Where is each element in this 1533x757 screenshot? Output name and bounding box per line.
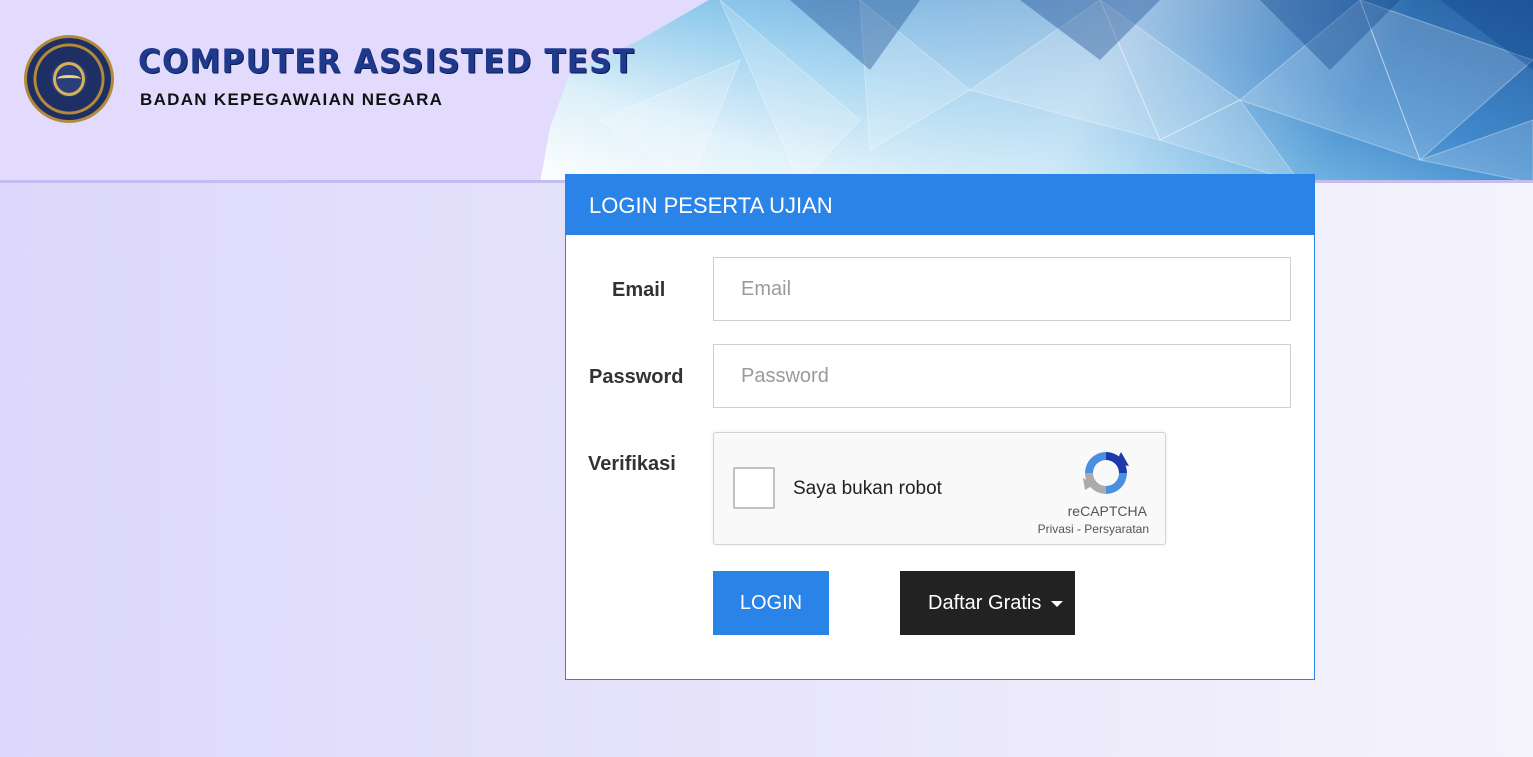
caret-down-icon: [1051, 601, 1063, 607]
bkn-emblem-icon: [24, 35, 114, 123]
recaptcha-brand: reCAPTCHA: [1067, 503, 1147, 519]
recaptcha-icon: [1083, 452, 1129, 494]
verification-label: Verifikasi: [588, 453, 676, 475]
email-field[interactable]: [713, 257, 1291, 321]
register-dropdown-button[interactable]: Daftar Gratis: [900, 571, 1075, 635]
header-banner-image: [540, 0, 1533, 180]
login-button[interactable]: LOGIN: [713, 571, 829, 635]
password-label: Password: [589, 366, 684, 388]
brand-subtitle: BADAN KEPEGAWAIAN NEGARA: [140, 90, 444, 109]
password-field[interactable]: [713, 344, 1291, 408]
recaptcha-checkbox-label: Saya bukan robot: [793, 478, 942, 499]
emblem-wing: [57, 75, 81, 83]
brand-title: COMPUTER ASSISTED TEST: [138, 43, 635, 81]
recaptcha-widget: Saya bukan robot reCAPTCHA Privasi - Per…: [713, 432, 1166, 545]
login-panel-title: LOGIN PESERTA UJIAN: [566, 175, 1314, 235]
login-panel: LOGIN PESERTA UJIAN Email Password Verif…: [565, 174, 1315, 680]
register-button-label: Daftar Gratis: [928, 591, 1042, 614]
page-header: COMPUTER ASSISTED TEST BADAN KEPEGAWAIAN…: [0, 0, 1533, 183]
email-label: Email: [612, 279, 666, 301]
recaptcha-privacy-terms-links[interactable]: Privasi - Persyaratan: [1038, 522, 1149, 536]
recaptcha-checkbox[interactable]: [733, 467, 775, 509]
